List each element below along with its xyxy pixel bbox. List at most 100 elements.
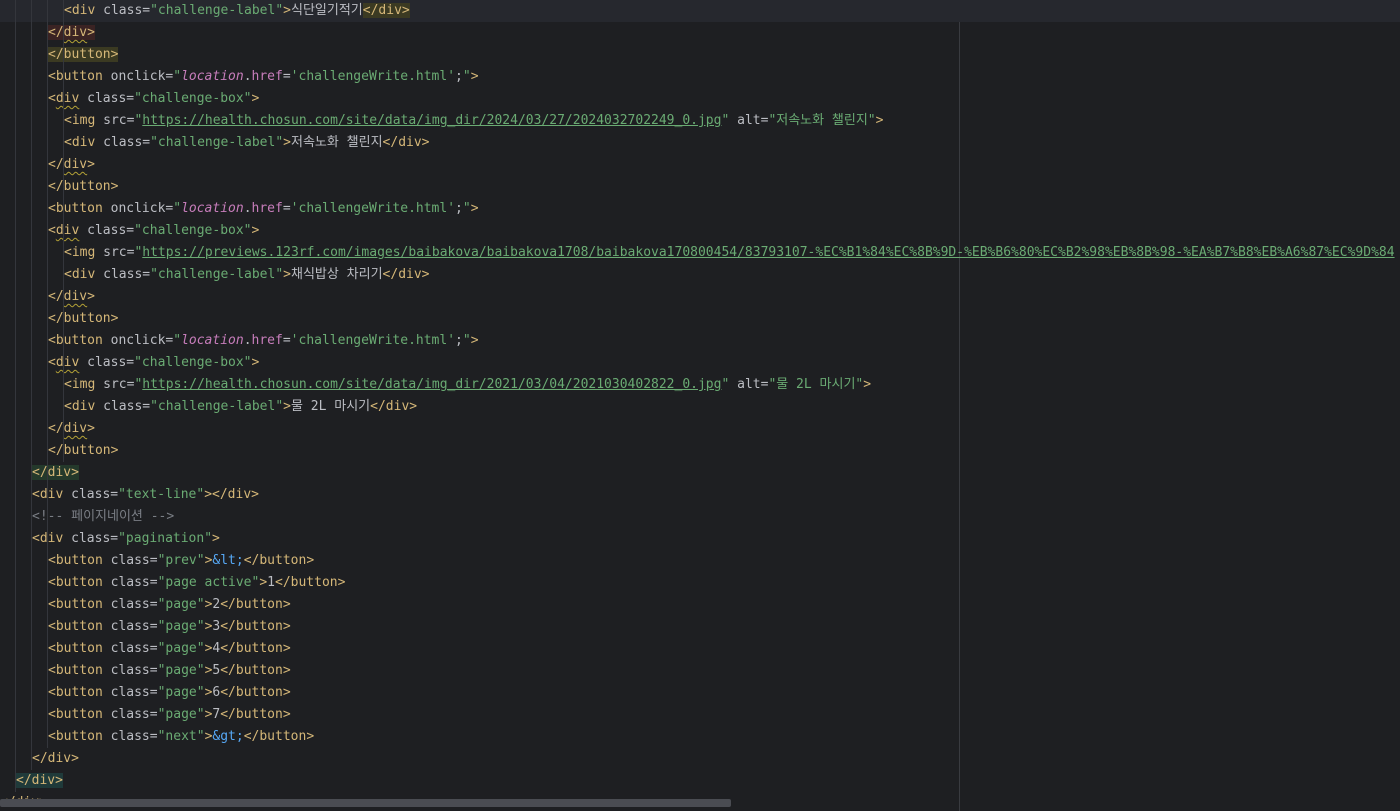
code-line[interactable]: </button> (0, 308, 118, 330)
indent-guide (47, 0, 48, 748)
code-line[interactable]: </div> (0, 770, 63, 792)
code-token-attr: class= (110, 707, 158, 722)
code-line[interactable]: <button onclick="location.href='challeng… (0, 198, 479, 220)
code-line[interactable]: </button> (0, 176, 118, 198)
code-token-attr: class= (110, 553, 158, 568)
code-token-tag: < (48, 91, 56, 106)
code-token-val: " (462, 69, 471, 84)
code-line[interactable]: <img src="https://health.chosun.com/site… (0, 374, 871, 396)
code-line[interactable]: <div class="challenge-box"> (0, 220, 259, 242)
code-token-tag (79, 355, 87, 370)
code-token-ent: &gt; (212, 729, 244, 744)
code-line[interactable]: <div class="challenge-label">식단일기적기</div… (0, 0, 1400, 22)
code-token-val: " (173, 69, 182, 84)
code-token-val: "challenge-box" (134, 355, 252, 370)
code-token-tag: </button> (220, 663, 291, 678)
code-token-attr: onclick= (110, 201, 174, 216)
indent-guide (31, 0, 32, 770)
code-line[interactable]: <div class="pagination"> (0, 528, 220, 550)
code-token-attr: class= (110, 729, 158, 744)
code-line[interactable]: <button class="page">7</button> (0, 704, 291, 726)
code-line[interactable]: <button class="page active">1</button> (0, 572, 345, 594)
code-token-prop: href (251, 69, 283, 84)
code-line[interactable]: <img src="https://health.chosun.com/site… (0, 110, 883, 132)
code-token-tag: > (283, 267, 291, 282)
code-token-val: "pagination" (118, 531, 213, 546)
code-line[interactable]: <button class="page">4</button> (0, 638, 291, 660)
code-token-attr: class= (87, 355, 135, 370)
code-token-tag: </button> (220, 685, 291, 700)
code-line[interactable]: </button> (0, 440, 118, 462)
code-token-prop: href (251, 333, 283, 348)
code-line[interactable]: </div> (0, 462, 79, 484)
code-token-tag: <button (48, 729, 111, 744)
code-token-js: location (181, 333, 244, 348)
code-token-tag: </ (48, 25, 64, 40)
code-token-tag: </button> (220, 619, 291, 634)
code-editor[interactable]: <div class="challenge-label">식단일기적기</div… (0, 0, 1400, 811)
code-token-tag: > (87, 25, 95, 40)
code-token-val: "challenge-label" (150, 267, 284, 282)
indent-guide (63, 0, 64, 462)
code-token-attr: . (243, 333, 252, 348)
code-token-tag: <button (48, 685, 111, 700)
code-token-prop: href (251, 201, 283, 216)
code-line[interactable]: <button onclick="location.href='challeng… (0, 66, 479, 88)
code-token-comment: <!-- 페이지네이션 --> (32, 509, 175, 524)
code-token-tag: div (55, 91, 80, 106)
code-token-tag: > (470, 333, 479, 348)
code-line[interactable]: <div class="challenge-label">저속노화 챌린지</d… (0, 132, 430, 154)
code-token-tag: > (283, 135, 291, 150)
horizontal-scrollbar-thumb[interactable] (0, 799, 731, 807)
code-token-tag: <button (48, 619, 111, 634)
code-token-tag: </ (48, 421, 64, 436)
code-line[interactable]: <button class="page">5</button> (0, 660, 291, 682)
code-line[interactable]: <!-- 페이지네이션 --> (0, 506, 174, 528)
code-line[interactable]: </div> (0, 748, 79, 770)
code-token-attr: = (282, 333, 291, 348)
code-token-attr: class= (87, 91, 135, 106)
code-token-tag: </button> (243, 729, 315, 744)
code-token-text: 1 (267, 575, 275, 590)
code-token-tag: </button> (220, 641, 291, 656)
code-token-tag: <div (64, 399, 104, 414)
code-token-tag: <button (48, 201, 111, 216)
code-token-attr: onclick= (110, 69, 174, 84)
code-token-attr: class= (103, 3, 151, 18)
code-token-tag: > (283, 399, 291, 414)
code-token-val: "challenge-box" (134, 91, 252, 106)
code-token-text: 채식밥상 차리기 (291, 267, 383, 282)
code-token-tag: <button (48, 663, 111, 678)
code-line[interactable]: <button onclick="location.href='challeng… (0, 330, 479, 352)
code-token-val: "page" (157, 707, 205, 722)
code-line[interactable]: <div class="challenge-box"> (0, 88, 259, 110)
code-token-tag: </button> (220, 597, 291, 612)
code-line[interactable]: </button> (0, 44, 119, 66)
code-line[interactable]: <div class="challenge-box"> (0, 352, 259, 374)
code-token-attr: class= (87, 223, 135, 238)
code-token-tag: </button> (48, 179, 119, 194)
code-token-val: "challenge-label" (150, 135, 284, 150)
code-token-val: "next" (157, 729, 205, 744)
code-token-tag: > (283, 3, 291, 18)
code-token-tag (79, 91, 87, 106)
code-token-tag: </div> (32, 465, 79, 480)
code-token-tag: < (48, 355, 56, 370)
code-token-tag: </div> (370, 399, 418, 414)
code-line[interactable]: <button class="page">3</button> (0, 616, 291, 638)
code-line[interactable]: <div class="challenge-label">채식밥상 차리기</d… (0, 264, 430, 286)
code-token-val: " (173, 201, 182, 216)
code-token-val: "page" (157, 597, 205, 612)
code-line[interactable]: <button class="page">2</button> (0, 594, 291, 616)
code-token-tag: div (63, 25, 88, 40)
code-line[interactable]: <img src="https://previews.123rf.com/ima… (0, 242, 1395, 264)
code-token-link: https://previews.123rf.com/images/baibak… (142, 245, 1395, 260)
code-token-tag: div (63, 157, 88, 172)
code-line[interactable]: <button class="page">6</button> (0, 682, 291, 704)
code-token-tag: > (470, 201, 479, 216)
code-token-tag: <img (64, 377, 104, 392)
code-token-attr: = (282, 201, 291, 216)
code-token-attr: ; (455, 69, 463, 84)
code-token-attr: src= (103, 245, 135, 260)
code-line[interactable]: <div class="text-line"></div> (0, 484, 259, 506)
